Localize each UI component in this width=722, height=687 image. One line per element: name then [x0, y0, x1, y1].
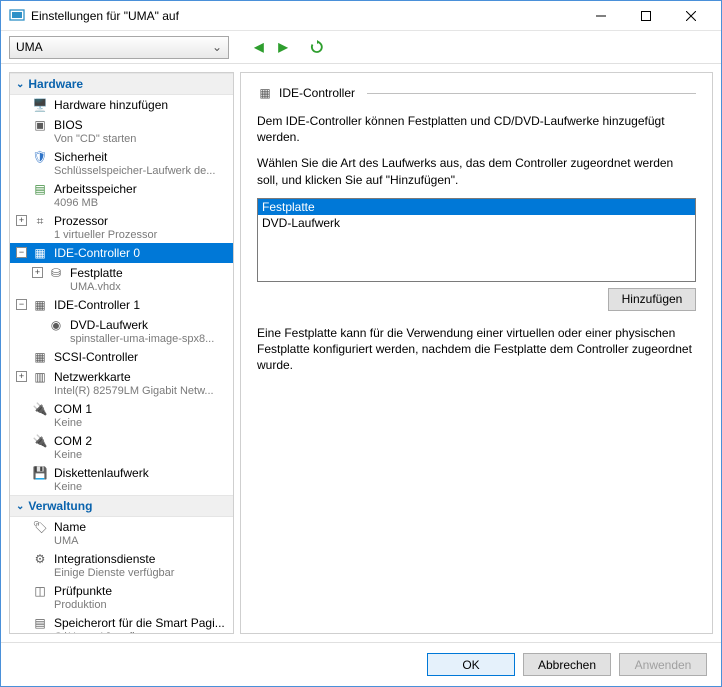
dialog-footer: OK Abbrechen Anwenden — [1, 642, 721, 686]
drive-type-listbox[interactable]: Festplatte DVD-Laufwerk — [257, 198, 696, 282]
app-icon — [9, 8, 25, 24]
tree-name[interactable]: 🏷NameUMA — [10, 517, 233, 549]
tree-integration-services[interactable]: ⚙IntegrationsdiensteEinige Dienste verfü… — [10, 549, 233, 581]
detail-panel: ▦ IDE-Controller Dem IDE-Controller könn… — [240, 72, 713, 634]
expander-icon[interactable]: + — [16, 371, 27, 382]
controller-icon: ▦ — [32, 297, 48, 313]
tree-checkpoints[interactable]: ◫PrüfpunkteProduktion — [10, 581, 233, 613]
checkpoint-icon: ◫ — [32, 583, 48, 599]
panel-title: IDE-Controller — [279, 86, 355, 100]
tree-memory[interactable]: ▤Arbeitsspeicher4096 MB — [10, 179, 233, 211]
vm-selector-value: UMA — [16, 40, 43, 54]
tree-com2[interactable]: 🔌COM 2Keine — [10, 431, 233, 463]
network-icon: ▥ — [32, 369, 48, 385]
tree-network-adapter[interactable]: +▥NetzwerkkarteIntel(R) 82579LM Gigabit … — [10, 367, 233, 399]
apply-button[interactable]: Anwenden — [619, 653, 707, 676]
chevron-down-icon: ⌄ — [212, 40, 222, 54]
harddisk-icon: ⛁ — [48, 265, 64, 281]
tree-bios[interactable]: ▣BIOSVon "CD" starten — [10, 115, 233, 147]
name-icon: 🏷 — [32, 519, 48, 535]
panel-description-1: Dem IDE-Controller können Festplatten un… — [257, 113, 696, 145]
tree-com1[interactable]: 🔌COM 1Keine — [10, 399, 233, 431]
window-title: Einstellungen für "UMA" auf — [31, 9, 578, 23]
cancel-button[interactable]: Abbrechen — [523, 653, 611, 676]
expander-icon[interactable]: + — [32, 267, 43, 278]
tree-security[interactable]: 🛡SicherheitSchlüsselspeicher-Laufwerk de… — [10, 147, 233, 179]
section-management: ⌄Verwaltung — [10, 495, 233, 517]
nav-prev-button[interactable]: ◀ — [249, 37, 269, 57]
tree-ide0-disk[interactable]: +⛁FestplatteUMA.vhdx — [10, 263, 233, 295]
controller-icon: ▦ — [32, 349, 48, 365]
tree-ide-controller-0[interactable]: −▦IDE-Controller 0 — [10, 243, 233, 263]
refresh-button[interactable] — [307, 37, 327, 57]
tree-smart-paging[interactable]: ▤Speicherort für die Smart Pagi...C:\Hyp… — [10, 613, 233, 634]
titlebar: Einstellungen für "UMA" auf — [1, 1, 721, 31]
tree-processor[interactable]: +⌗Prozessor1 virtueller Prozessor — [10, 211, 233, 243]
controller-icon: ▦ — [32, 245, 48, 261]
integration-icon: ⚙ — [32, 551, 48, 567]
memory-icon: ▤ — [32, 181, 48, 197]
add-hardware-icon: 🖥️ — [32, 97, 48, 113]
controller-icon: ▦ — [257, 85, 273, 101]
close-button[interactable] — [668, 2, 713, 30]
shield-icon: 🛡 — [32, 149, 48, 165]
expander-icon[interactable]: − — [16, 247, 27, 258]
section-hardware: ⌄Hardware — [10, 73, 233, 95]
list-item[interactable]: Festplatte — [258, 199, 695, 215]
serial-port-icon: 🔌 — [32, 401, 48, 417]
expander-icon[interactable]: + — [16, 215, 27, 226]
paging-icon: ▤ — [32, 615, 48, 631]
dvd-icon: ◉ — [48, 317, 64, 333]
tree-ide1-dvd[interactable]: ◉DVD-Laufwerkspinstaller-uma-image-spx8.… — [10, 315, 233, 347]
nav-next-button[interactable]: ▶ — [273, 37, 293, 57]
vm-selector[interactable]: UMA ⌄ — [9, 36, 229, 59]
serial-port-icon: 🔌 — [32, 433, 48, 449]
cpu-icon: ⌗ — [32, 213, 48, 229]
panel-description-2: Wählen Sie die Art des Laufwerks aus, da… — [257, 155, 696, 187]
maximize-button[interactable] — [623, 2, 668, 30]
settings-tree[interactable]: ⌄Hardware 🖥️Hardware hinzufügen ▣BIOSVon… — [9, 72, 234, 634]
expander-icon[interactable]: − — [16, 299, 27, 310]
bios-icon: ▣ — [32, 117, 48, 133]
toolbar: UMA ⌄ ◀ ▶ — [1, 31, 721, 64]
tree-floppy[interactable]: 💾DiskettenlaufwerkKeine — [10, 463, 233, 495]
panel-note: Eine Festplatte kann für die Verwendung … — [257, 325, 696, 374]
tree-add-hardware[interactable]: 🖥️Hardware hinzufügen — [10, 95, 233, 115]
floppy-icon: 💾 — [32, 465, 48, 481]
list-item[interactable]: DVD-Laufwerk — [258, 215, 695, 231]
tree-ide-controller-1[interactable]: −▦IDE-Controller 1 — [10, 295, 233, 315]
tree-scsi-controller[interactable]: ▦SCSI-Controller — [10, 347, 233, 367]
ok-button[interactable]: OK — [427, 653, 515, 676]
add-button[interactable]: Hinzufügen — [608, 288, 696, 311]
minimize-button[interactable] — [578, 2, 623, 30]
